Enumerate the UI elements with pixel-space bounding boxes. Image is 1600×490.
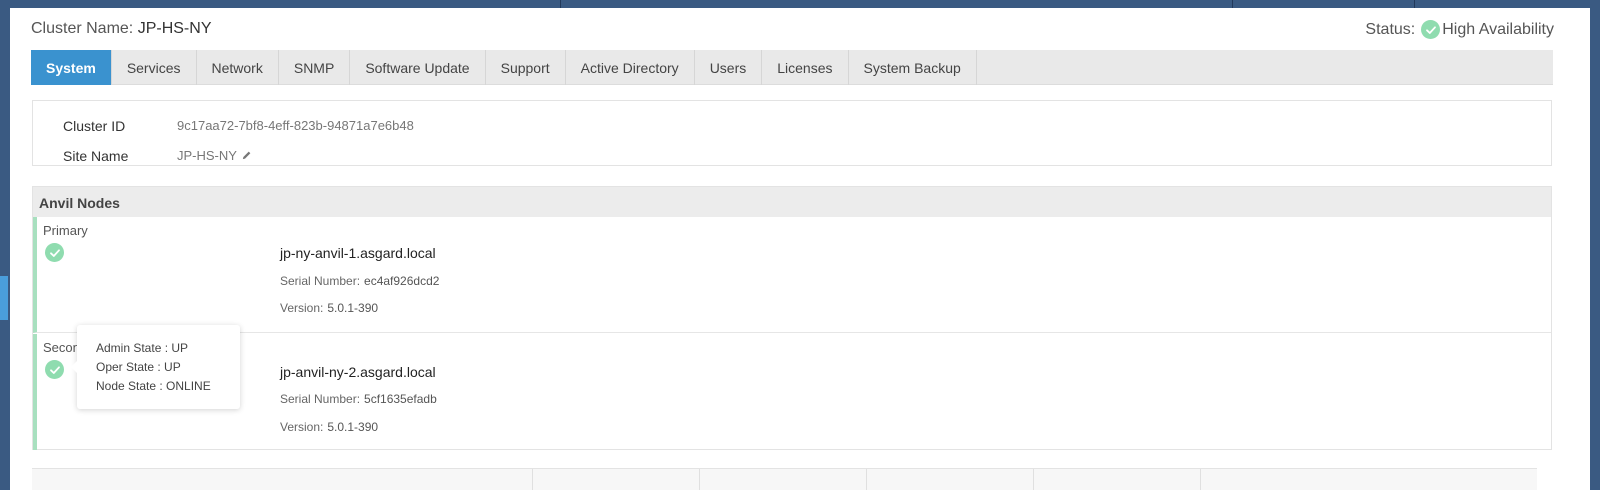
node-hostname: jp-anvil-ny-2.asgard.local xyxy=(280,364,436,380)
status-value: High Availability xyxy=(1442,20,1554,38)
background-divider xyxy=(560,0,561,8)
status-label: Status: xyxy=(1365,20,1416,38)
site-name-row: Site Name JP-HS-NY xyxy=(63,148,252,164)
version-value: 5.0.1-390 xyxy=(327,301,379,315)
serial-value: 5cf1635efadb xyxy=(364,392,437,406)
column-divider xyxy=(699,469,700,490)
node-secondary: Secon jp-anvil-ny-2.asgard.local Serial … xyxy=(33,334,1551,450)
check-circle-icon xyxy=(1421,20,1441,39)
check-circle-icon[interactable] xyxy=(45,360,64,379)
admin-state: Admin State : UP xyxy=(96,341,189,355)
tab-support[interactable]: Support xyxy=(486,50,566,85)
node-hostname: jp-ny-anvil-1.asgard.local xyxy=(280,245,436,261)
background-divider xyxy=(1414,0,1415,8)
lower-table-header xyxy=(32,468,1537,490)
node-serial: Serial Number: ec4af926dcd2 xyxy=(280,274,439,288)
column-divider xyxy=(866,469,867,490)
node-state-tooltip: Admin State : UP Oper State : UP Node St… xyxy=(71,325,240,409)
site-name-label: Site Name xyxy=(63,148,129,164)
pencil-icon[interactable] xyxy=(241,148,252,164)
check-circle-icon[interactable] xyxy=(45,243,64,262)
node-state: Node State : ONLINE xyxy=(96,379,211,393)
serial-value: ec4af926dcd2 xyxy=(364,274,440,288)
tab-software-update[interactable]: Software Update xyxy=(350,50,486,85)
background-right-bar xyxy=(1590,0,1600,490)
background-left-accent xyxy=(0,276,8,320)
node-version: Version: 5.0.1-390 xyxy=(280,420,378,434)
tab-active-directory[interactable]: Active Directory xyxy=(566,50,695,85)
column-divider xyxy=(1200,469,1201,490)
tab-services[interactable]: Services xyxy=(112,50,197,85)
background-left-bar xyxy=(0,0,10,490)
column-divider xyxy=(532,469,533,490)
cluster-id-row: Cluster ID 9c17aa72-7bf8-4eff-823b-94871… xyxy=(63,118,414,134)
site-name-value: JP-HS-NY xyxy=(177,148,237,163)
column-divider xyxy=(1033,469,1034,490)
anvil-nodes-section: Anvil Nodes Primary jp-ny-anvil-1.asgard… xyxy=(32,186,1552,450)
version-label: Version: xyxy=(280,420,324,434)
tab-snmp[interactable]: SNMP xyxy=(279,50,351,85)
node-version: Version: 5.0.1-390 xyxy=(280,301,378,315)
background-top-bar xyxy=(0,0,1600,8)
cluster-name: JP-HS-NY xyxy=(137,20,212,37)
cluster-panel: Cluster Name: JP-HS-NY Status: High Avai… xyxy=(10,8,1590,490)
serial-label: Serial Number: xyxy=(280,392,361,406)
tab-system-backup[interactable]: System Backup xyxy=(849,50,977,85)
node-serial: Serial Number: 5cf1635efadb xyxy=(280,392,437,406)
serial-label: Serial Number: xyxy=(280,274,361,288)
version-label: Version: xyxy=(280,301,324,315)
node-role: Secon xyxy=(43,340,80,355)
cluster-id-value: 9c17aa72-7bf8-4eff-823b-94871a7e6b48 xyxy=(177,118,414,133)
background-divider xyxy=(1232,0,1233,8)
cluster-header: Cluster Name: JP-HS-NY xyxy=(31,20,211,38)
tab-network[interactable]: Network xyxy=(197,50,279,85)
version-value: 5.0.1-390 xyxy=(327,420,379,434)
anvil-nodes-title: Anvil Nodes xyxy=(33,187,1551,217)
cluster-name-label: Cluster Name: xyxy=(31,20,134,37)
node-primary: Primary jp-ny-anvil-1.asgard.local Seria… xyxy=(33,217,1551,333)
tab-licenses[interactable]: Licenses xyxy=(762,50,849,85)
cluster-status: Status: High Availability xyxy=(1365,20,1554,39)
tab-users[interactable]: Users xyxy=(695,50,763,85)
cluster-id-label: Cluster ID xyxy=(63,118,126,134)
node-role: Primary xyxy=(43,223,88,238)
oper-state: Oper State : UP xyxy=(96,360,181,374)
settings-tabs: System Services Network SNMP Software Up… xyxy=(31,50,1553,85)
cluster-info-box: Cluster ID 9c17aa72-7bf8-4eff-823b-94871… xyxy=(32,100,1552,166)
tab-system[interactable]: System xyxy=(31,50,112,85)
